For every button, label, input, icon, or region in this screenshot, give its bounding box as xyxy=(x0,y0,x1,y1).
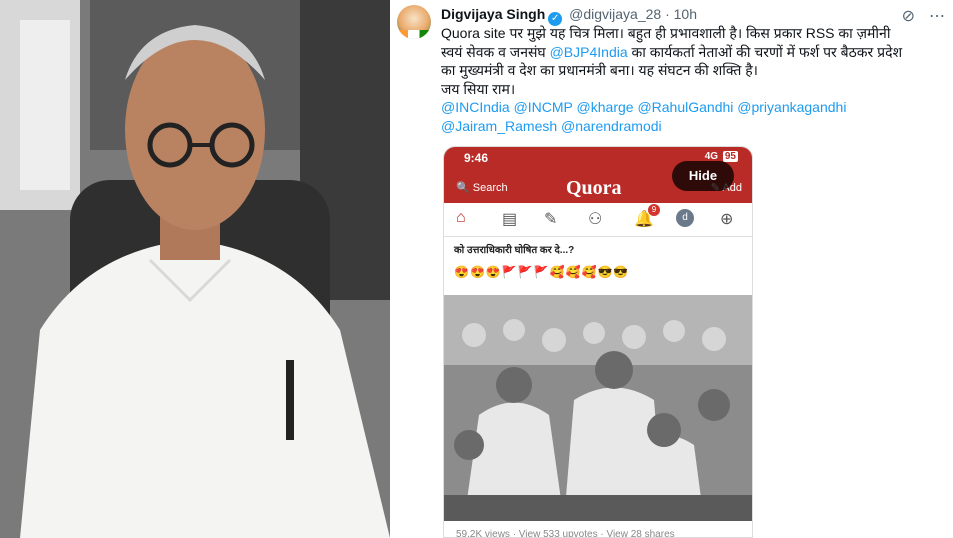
profile-avatar: d xyxy=(676,209,694,227)
write-icon: ✎ xyxy=(544,211,558,228)
tweet-text-segment: स्वयं सेवक व जनसंघ xyxy=(441,43,550,60)
home-icon: ⌂ xyxy=(456,209,466,226)
quora-search: 🔍 Search xyxy=(456,182,508,194)
header-icons: ⊘ ⋯ xyxy=(888,6,945,26)
speaker-photo xyxy=(0,0,390,538)
more-icon[interactable]: ⋯ xyxy=(929,8,945,25)
feed-icon: ▤ xyxy=(502,211,518,228)
mentions-line-1[interactable]: @INCIndia @INCMP @kharge @RahulGandhi @p… xyxy=(441,98,946,117)
tweet-text-line-4: जय सिया राम। xyxy=(441,80,516,97)
crowd-photo xyxy=(444,295,752,521)
tweet-time[interactable]: 10h xyxy=(674,6,697,22)
question-text: को उत्तराधिकारी घोषित कर दे...? xyxy=(454,245,575,256)
mention-link[interactable]: @BJP4India xyxy=(550,44,628,60)
tweet-text: Quora site पर मुझे यह चित्र मिला। बहुत ह… xyxy=(441,24,946,135)
header-separator: · xyxy=(665,6,670,22)
mentions-line-2[interactable]: @Jairam_Ramesh @narendramodi xyxy=(441,117,946,136)
quora-logo: Quora xyxy=(566,177,622,199)
battery-level: 95 xyxy=(722,151,738,162)
attached-screenshot[interactable]: 9:46 4G 95 🔍 Search Quora ✎ Add Hide ⌂ ▤… xyxy=(443,146,753,538)
globe-icon: ⊕ xyxy=(720,211,734,228)
emoji-row: 😍😍😍🚩🚩🚩🥰🥰🥰😎😎 xyxy=(454,265,630,279)
notification-badge: 9 xyxy=(648,204,660,216)
post-stats: 59.2K views · View 533 upvotes · View 28… xyxy=(456,529,675,538)
tweet-header: Digvijaya Singh ✓ @digvijaya_28 · 10h xyxy=(441,6,697,26)
tweet-text-line-2: स्वयं सेवक व जनसंघ @BJP4India का कार्यकर… xyxy=(441,43,946,62)
author-avatar[interactable] xyxy=(397,5,431,39)
phone-time: 9:46 xyxy=(464,151,489,165)
spaces-icon: ⚇ xyxy=(588,211,603,228)
author-name[interactable]: Digvijaya Singh xyxy=(441,6,545,22)
tweet-text-line-3: का मुख्यमंत्री व देश का प्रधानमंत्री बना… xyxy=(441,62,758,78)
tweet-text-line-1: Quora site पर मुझे यह चित्र मिला। बहुत ह… xyxy=(441,25,891,41)
search-label: Search xyxy=(472,182,508,194)
author-handle[interactable]: @digvijaya_28 xyxy=(569,6,661,22)
hide-button[interactable]: Hide xyxy=(672,161,734,191)
grok-icon[interactable]: ⊘ xyxy=(902,8,915,25)
quora-nav: ⌂ ▤ ✎ ⚇ 🔔 9 d ⊕ xyxy=(444,203,752,237)
tweet-text-segment: का कार्यकर्ता नेताओं की चरणों में फर्श प… xyxy=(627,43,903,60)
